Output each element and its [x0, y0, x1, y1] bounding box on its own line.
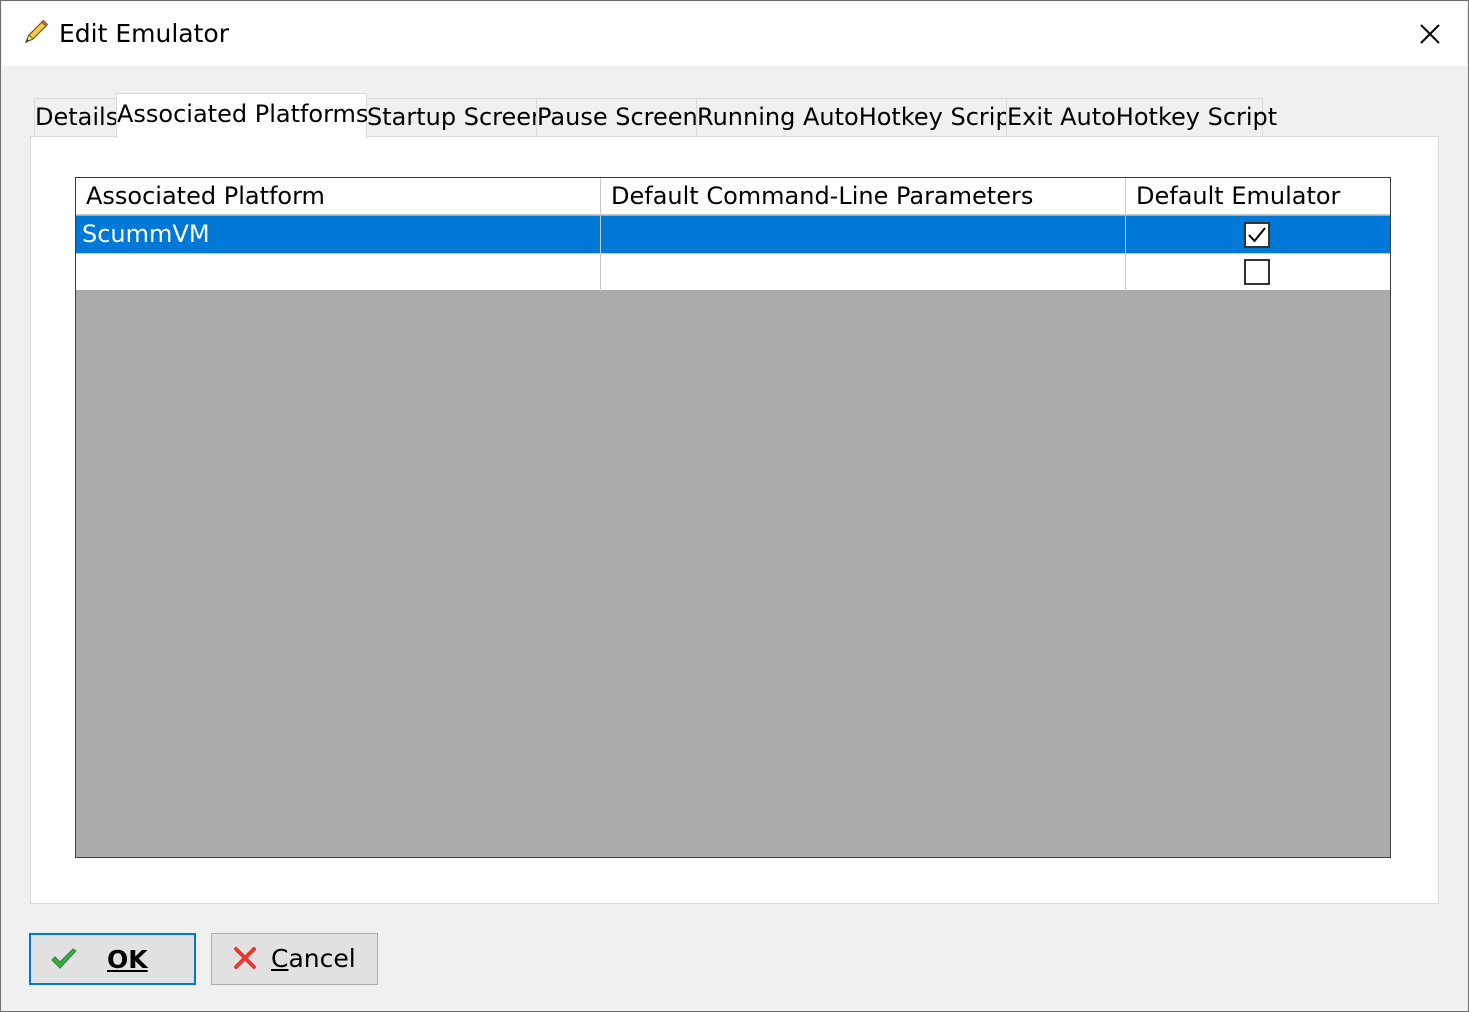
tab-associated-platforms[interactable]: Associated Platforms — [116, 93, 368, 138]
associated-platforms-panel: Associated Platform Default Command-Line… — [30, 136, 1439, 904]
column-header-associated-platform[interactable]: Associated Platform — [76, 178, 601, 215]
grid-header: Associated Platform Default Command-Line… — [76, 178, 1390, 215]
table-row[interactable]: ScummVM — [76, 216, 1390, 253]
cancel-button[interactable]: Cancel — [211, 933, 378, 985]
default-emulator-cell[interactable] — [1126, 216, 1390, 253]
platform-cell[interactable]: ScummVM — [76, 216, 601, 253]
checkmark-icon — [1248, 227, 1266, 243]
ok-label: OK — [107, 945, 148, 974]
default-emulator-cell[interactable] — [1126, 254, 1390, 291]
table-row[interactable] — [76, 253, 1390, 291]
default-emulator-checkbox[interactable] — [1244, 259, 1270, 285]
x-icon — [234, 947, 256, 969]
params-cell[interactable] — [601, 254, 1126, 291]
edit-emulator-dialog: Edit Emulator Details Associated Platfor… — [0, 0, 1469, 1012]
title-bar: Edit Emulator — [2, 2, 1467, 66]
tab-running-autohotkey-script[interactable]: Running AutoHotkey Script — [696, 98, 1020, 137]
tab-exit-autohotkey-script[interactable]: Exit AutoHotkey Script — [1006, 98, 1277, 137]
tab-pause-screen[interactable]: Pause Screen — [536, 98, 698, 137]
close-button[interactable] — [1393, 2, 1467, 66]
tab-startup-screen[interactable]: Startup Screen — [366, 98, 546, 137]
default-emulator-checkbox[interactable] — [1244, 222, 1270, 248]
params-cell[interactable] — [601, 216, 1126, 253]
tab-details[interactable]: Details — [34, 98, 118, 137]
pencil-icon — [24, 19, 49, 44]
column-header-default-emulator[interactable]: Default Emulator — [1126, 178, 1390, 215]
close-icon — [1420, 24, 1440, 44]
column-header-default-command-line-parameters[interactable]: Default Command-Line Parameters — [601, 178, 1126, 215]
platform-cell[interactable] — [76, 254, 601, 291]
checkmark-icon — [51, 948, 77, 969]
window-title: Edit Emulator — [59, 19, 229, 48]
cancel-label: Cancel — [271, 944, 356, 973]
ok-button[interactable]: OK — [29, 933, 196, 985]
platforms-grid[interactable]: Associated Platform Default Command-Line… — [75, 177, 1391, 858]
